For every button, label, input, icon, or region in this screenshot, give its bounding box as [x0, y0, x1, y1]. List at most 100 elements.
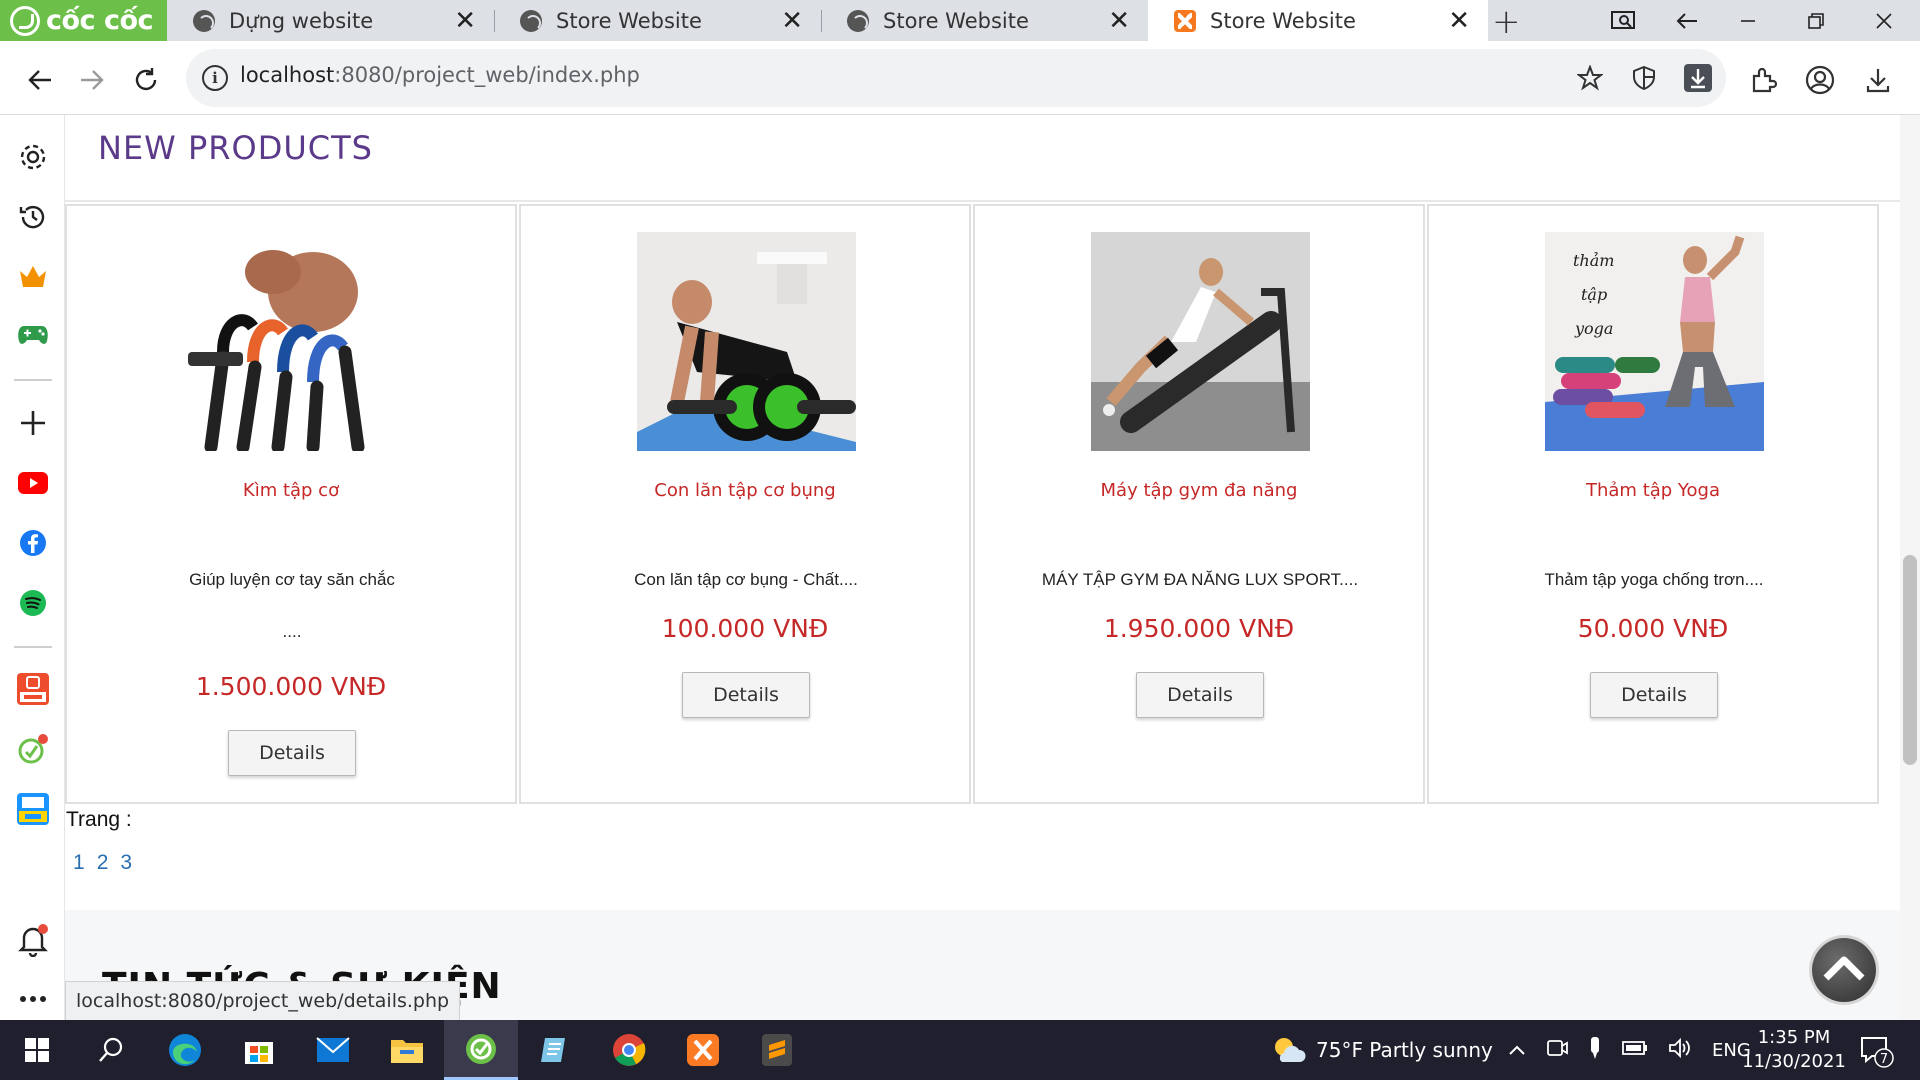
pagination-label: Trang : — [66, 808, 132, 831]
pagination: 1 2 3 — [73, 851, 132, 875]
windows-start-icon[interactable] — [0, 1020, 74, 1080]
tab-title: Dựng website — [229, 8, 374, 33]
brand-name: cốc cốc — [46, 5, 154, 36]
profile-icon[interactable] — [1800, 60, 1840, 100]
meet-now-icon[interactable] — [1546, 1037, 1568, 1064]
game-controller-icon[interactable] — [14, 316, 52, 354]
file-explorer-icon[interactable] — [370, 1020, 444, 1080]
notifications-bell-icon[interactable] — [14, 921, 52, 959]
product-name[interactable]: Máy tập gym đa năng — [975, 480, 1423, 501]
product-card: thảm tập yoga Thảm tập Yoga Thảm tập yog… — [1427, 204, 1879, 804]
product-card: Con lăn tập cơ bụng Con lăn tập cơ bụng … — [519, 204, 971, 804]
globe-icon — [520, 9, 542, 32]
minimize-icon[interactable] — [1716, 0, 1780, 41]
coccoc-logo-icon — [10, 5, 40, 36]
sublime-text-icon[interactable] — [740, 1020, 814, 1080]
more-options-icon[interactable] — [14, 980, 52, 1018]
chevron-up-icon — [1823, 956, 1865, 981]
address-bar[interactable]: i localhost:8080/project_web/index.php — [186, 49, 1726, 107]
history-icon[interactable] — [14, 198, 52, 236]
chrome-icon[interactable] — [592, 1020, 666, 1080]
mail-icon[interactable] — [296, 1020, 370, 1080]
weather-text: 75°F Partly sunny — [1316, 1038, 1493, 1062]
restore-icon[interactable] — [1784, 0, 1848, 41]
details-button[interactable]: Details — [1590, 672, 1718, 718]
tab-store-website-1[interactable]: Store Website ✕ — [494, 0, 821, 41]
tiki-sale-icon[interactable] — [14, 790, 52, 828]
add-shortcut-icon[interactable] — [14, 404, 52, 442]
spotify-icon[interactable] — [14, 584, 52, 622]
page-link-2[interactable]: 2 — [97, 851, 109, 875]
globe-icon — [847, 9, 869, 32]
forward-button[interactable] — [72, 60, 112, 100]
close-tab-icon[interactable]: ✕ — [781, 8, 803, 34]
details-button[interactable]: Details — [1136, 672, 1264, 718]
new-tab-button[interactable]: + — [1492, 2, 1521, 42]
tab-title: Store Website — [556, 8, 702, 33]
back-button[interactable] — [20, 60, 60, 100]
tab-dung-website[interactable]: Dựng website ✕ — [167, 0, 494, 41]
coccoc-logo[interactable]: cốc cốc — [0, 0, 167, 41]
search-icon[interactable] — [74, 1020, 148, 1080]
page-link-3[interactable]: 3 — [120, 851, 132, 875]
product-price: 1.950.000 VNĐ — [1103, 614, 1295, 643]
downloads-icon[interactable] — [1858, 60, 1898, 100]
product-name[interactable]: Thảm tập Yoga — [1429, 480, 1877, 501]
pen-icon[interactable] — [1588, 1036, 1602, 1065]
product-name[interactable]: Con lăn tập cơ bụng — [521, 480, 969, 501]
microsoft-store-icon[interactable] — [222, 1020, 296, 1080]
sidebar-divider — [14, 646, 52, 648]
bookmark-star-icon[interactable] — [1570, 58, 1610, 98]
product-image-gym-machine[interactable] — [1091, 232, 1310, 451]
tab-strip: cốc cốc Dựng website ✕ Store Website ✕ S… — [0, 0, 1920, 42]
volume-icon[interactable] — [1668, 1037, 1692, 1063]
section-title: NEW PRODUCTS — [98, 129, 373, 167]
product-price: 1.500.000 VNĐ — [195, 672, 387, 701]
scroll-to-top-button[interactable] — [1812, 938, 1876, 1002]
product-price: 50.000 VNĐ — [1577, 614, 1729, 643]
details-button[interactable]: Details — [228, 730, 356, 776]
action-center-icon[interactable]: 7 — [1856, 1030, 1896, 1070]
close-tab-icon[interactable]: ✕ — [1448, 8, 1470, 34]
battery-icon[interactable] — [1622, 1040, 1648, 1061]
back-tab-icon[interactable] — [1656, 0, 1720, 41]
tab-search-icon[interactable] — [1592, 0, 1656, 41]
crown-icon[interactable] — [14, 258, 52, 296]
extensions-icon[interactable] — [1744, 60, 1784, 100]
chevron-up-icon[interactable] — [1508, 1040, 1526, 1061]
weather-widget[interactable]: 75°F Partly sunny — [1272, 1020, 1493, 1080]
edge-browser-icon[interactable] — [148, 1020, 222, 1080]
close-tab-icon[interactable]: ✕ — [1108, 8, 1130, 34]
details-button[interactable]: Details — [682, 672, 810, 718]
close-window-icon[interactable] — [1852, 0, 1916, 41]
product-description: Thảm tập yoga chống trơn.... — [1544, 570, 1764, 589]
download-video-icon[interactable] — [1678, 58, 1718, 98]
shield-icon[interactable] — [1624, 58, 1664, 98]
youtube-icon[interactable] — [14, 464, 52, 502]
address-url[interactable]: localhost:8080/project_web/index.php — [240, 63, 640, 87]
tab-store-website-2[interactable]: Store Website ✕ — [821, 0, 1148, 41]
product-image-yoga-mat[interactable]: thảm tập yoga — [1545, 232, 1764, 451]
product-price: 100.000 VNĐ — [661, 614, 829, 643]
page-link-1[interactable]: 1 — [73, 851, 85, 875]
scrollbar-thumb[interactable] — [1903, 555, 1917, 765]
site-info-icon[interactable]: i — [202, 65, 228, 91]
product-image-hand-gripper[interactable] — [183, 232, 402, 451]
product-name[interactable]: Kìm tập cơ — [67, 480, 515, 501]
xampp-taskbar-icon[interactable] — [666, 1020, 740, 1080]
side-panel — [0, 115, 65, 1020]
close-tab-icon[interactable]: ✕ — [454, 8, 476, 34]
coccoc-extension-icon[interactable] — [14, 730, 52, 768]
product-card: Máy tập gym đa năng MÁY TẬP GYM ĐA NĂNG … — [973, 204, 1425, 804]
globe-icon — [193, 9, 215, 32]
tab-store-website-active[interactable]: Store Website ✕ — [1148, 0, 1488, 41]
clock[interactable]: 1:35 PM 11/30/2021 — [1740, 1026, 1848, 1074]
clock-date: 11/30/2021 — [1742, 1051, 1846, 1072]
reload-button[interactable] — [126, 60, 166, 100]
coccoc-taskbar-icon[interactable] — [444, 1020, 518, 1080]
facebook-icon[interactable] — [14, 524, 52, 562]
notes-app-icon[interactable] — [518, 1020, 592, 1080]
shopee-sale-icon[interactable] — [14, 670, 52, 708]
settings-gear-icon[interactable] — [14, 138, 52, 176]
product-image-ab-roller[interactable] — [637, 232, 856, 451]
